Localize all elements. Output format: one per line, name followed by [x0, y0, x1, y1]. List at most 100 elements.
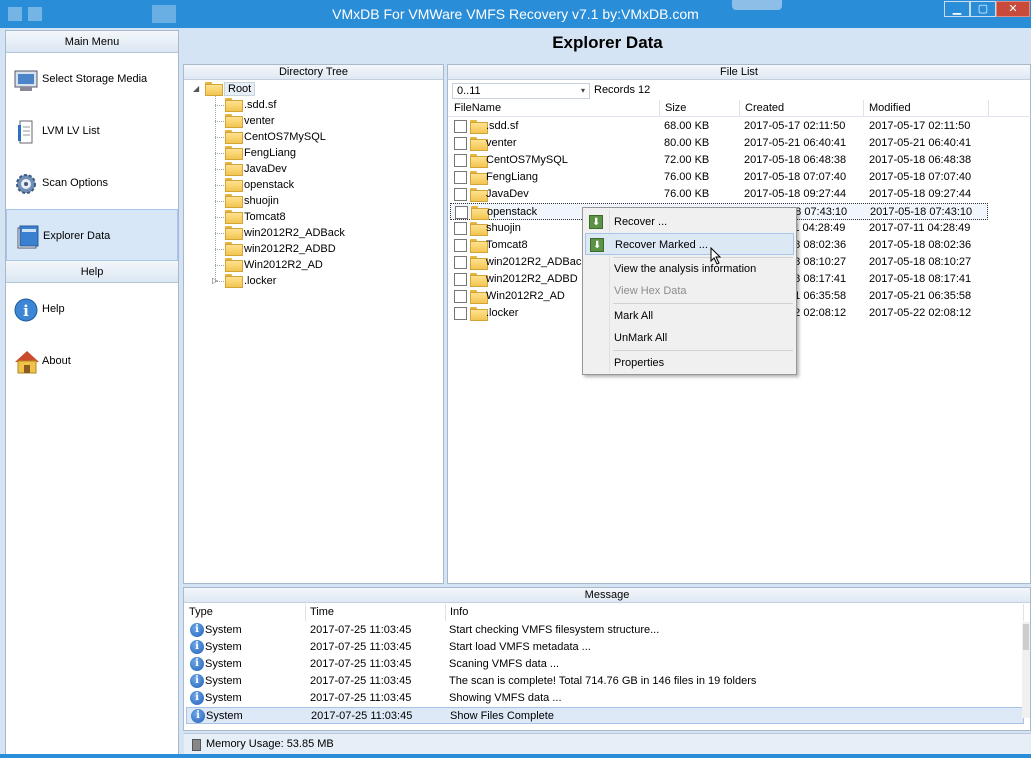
nav-explorer-data[interactable]: Explorer Data [6, 209, 178, 261]
column-header-modified[interactable]: Modified [864, 100, 989, 116]
minimize-icon: ▁ [952, 3, 962, 15]
scrollbar-thumb[interactable] [1023, 624, 1029, 650]
nav-scan-options[interactable]: Scan Options [6, 157, 178, 209]
message-time: 2017-07-25 11:03:45 [310, 692, 412, 704]
close-button[interactable]: ✕ [996, 1, 1030, 17]
message-type: System [205, 624, 242, 636]
menu-item-recover[interactable]: Recover ... [585, 211, 794, 234]
message-info: Scaning VMFS data ... [449, 658, 560, 670]
file-row[interactable]: .sdd.sf 68.00 KB 2017-05-17 02:11:50 2017-0… [450, 118, 988, 135]
file-name: win2012R2_ADBack [486, 256, 587, 268]
tree-node-root[interactable]: Root [205, 81, 256, 97]
tree-node[interactable]: openstack [225, 177, 294, 193]
folder-icon [225, 114, 243, 128]
message-type: System [205, 641, 242, 653]
column-header-type[interactable]: Type [185, 604, 306, 621]
mark-checkbox[interactable] [454, 239, 467, 252]
main-menu-header: Main Menu [6, 31, 178, 53]
message-row[interactable]: i System 2017-07-25 11:03:45 Start load VMF… [186, 639, 1024, 656]
tree-node[interactable]: venter [225, 113, 275, 129]
file-row[interactable]: FengLiang 76.00 KB 2017-05-18 07:07:40 2017… [450, 169, 988, 186]
file-name: CentOS7MySQL [486, 154, 568, 166]
message-row[interactable]: i System 2017-07-25 11:03:45 The scan is co… [186, 673, 1024, 690]
maximize-button[interactable]: ▢ [970, 1, 996, 17]
file-created: 2017-05-18 06:48:38 [744, 154, 847, 166]
column-header-filename[interactable]: FileName [449, 100, 660, 116]
mark-checkbox[interactable] [454, 222, 467, 235]
mark-checkbox[interactable] [454, 290, 467, 303]
tree-node[interactable]: .locker [225, 273, 276, 289]
tree-node[interactable]: JavaDev [225, 161, 287, 177]
tree-guide-line [215, 249, 224, 250]
header-divider [448, 116, 1031, 117]
mark-checkbox[interactable] [454, 307, 467, 320]
column-header-created[interactable]: Created [740, 100, 864, 116]
nav-help[interactable]: i Help [6, 283, 178, 335]
tree-node[interactable]: FengLiang [225, 145, 296, 161]
folder-icon [225, 274, 243, 288]
record-range-select[interactable]: 0..11 ▾ [452, 83, 590, 99]
mark-checkbox[interactable] [454, 154, 467, 167]
folder-icon [470, 222, 488, 236]
tree-node[interactable]: win2012R2_ADBD [225, 241, 336, 257]
message-time: 2017-07-25 11:03:45 [310, 675, 412, 687]
message-row[interactable]: i System 2017-07-25 11:03:45 Showing VMFS d… [186, 690, 1024, 707]
file-modified: 2017-05-18 08:17:41 [869, 273, 972, 285]
mark-checkbox[interactable] [454, 273, 467, 286]
file-modified: 2017-05-21 06:35:58 [869, 290, 972, 302]
tree-guide-line [215, 96, 216, 281]
menu-item-properties[interactable]: Properties [585, 352, 794, 374]
minimize-button[interactable]: ▁ [944, 1, 970, 17]
mark-checkbox[interactable] [454, 188, 467, 201]
folder-icon [225, 162, 243, 176]
tree-node[interactable]: shuojin [225, 193, 279, 209]
message-scrollbar[interactable] [1022, 622, 1030, 718]
mark-checkbox[interactable] [454, 120, 467, 133]
column-header-time[interactable]: Time [306, 604, 446, 621]
info-icon: i [190, 623, 204, 637]
column-header-size[interactable]: Size [660, 100, 740, 116]
menu-item-unmark-all[interactable]: UnMark All [585, 327, 794, 349]
tree-node[interactable]: CentOS7MySQL [225, 129, 326, 145]
message-row[interactable]: i System 2017-07-25 11:03:45 Start checking… [186, 622, 1024, 639]
memory-icon [192, 739, 201, 751]
nav-lvm-lv-list[interactable]: LVM LV List [6, 105, 178, 157]
file-row[interactable]: CentOS7MySQL 72.00 KB 2017-05-18 06:48:38 2… [450, 152, 988, 169]
message-header: Message [184, 588, 1030, 603]
menu-item-mark-all[interactable]: Mark All [585, 305, 794, 327]
mark-checkbox[interactable] [454, 171, 467, 184]
file-name: venter [486, 137, 517, 149]
tree-node[interactable]: Tomcat8 [225, 209, 286, 225]
tree-expander-icon[interactable]: ▷ [212, 276, 218, 285]
file-name: JavaDev [486, 188, 529, 200]
file-size: 68.00 KB [664, 120, 710, 132]
nav-label: Scan Options [42, 177, 109, 189]
svg-text:i: i [23, 302, 29, 320]
taskbar-strip [0, 754, 1031, 758]
nav-select-storage-media[interactable]: Select Storage Media [6, 53, 178, 105]
nav-label: LVM LV List [42, 125, 100, 137]
file-row[interactable]: venter 80.00 KB 2017-05-21 06:40:41 2017-05… [450, 135, 988, 152]
column-header-info[interactable]: Info [446, 604, 1024, 621]
tree-node[interactable]: .sdd.sf [225, 97, 276, 113]
file-size: 80.00 KB [664, 137, 710, 149]
nav-about[interactable]: About [6, 335, 178, 387]
tree-node[interactable]: Win2012R2_AD [225, 257, 323, 273]
mark-checkbox[interactable] [454, 137, 467, 150]
message-row[interactable]: i System 2017-07-25 11:03:45 Show Files Com… [186, 707, 1024, 724]
tree-expander-icon[interactable]: ◢ [193, 84, 199, 93]
chevron-down-icon: ▾ [580, 86, 585, 95]
tree-guide-line [215, 153, 224, 154]
file-created: 2017-05-17 02:11:50 [744, 120, 846, 132]
file-row[interactable]: JavaDev 76.00 KB 2017-05-18 09:27:44 2017-0… [450, 186, 988, 203]
message-row[interactable]: i System 2017-07-25 11:03:45 Scaning VMFS d… [186, 656, 1024, 673]
folder-icon [205, 82, 223, 96]
file-modified: 2017-05-22 02:08:12 [869, 307, 972, 319]
menu-item-recover-marked[interactable]: Recover Marked ... [585, 233, 794, 257]
mark-checkbox[interactable] [454, 256, 467, 269]
tree-node[interactable]: win2012R2_ADBack [225, 225, 345, 241]
mark-checkbox[interactable] [455, 206, 468, 219]
folder-icon [225, 242, 243, 256]
file-modified: 2017-05-17 02:11:50 [869, 120, 971, 132]
menu-item-view-analysis[interactable]: View the analysis information [585, 258, 794, 280]
